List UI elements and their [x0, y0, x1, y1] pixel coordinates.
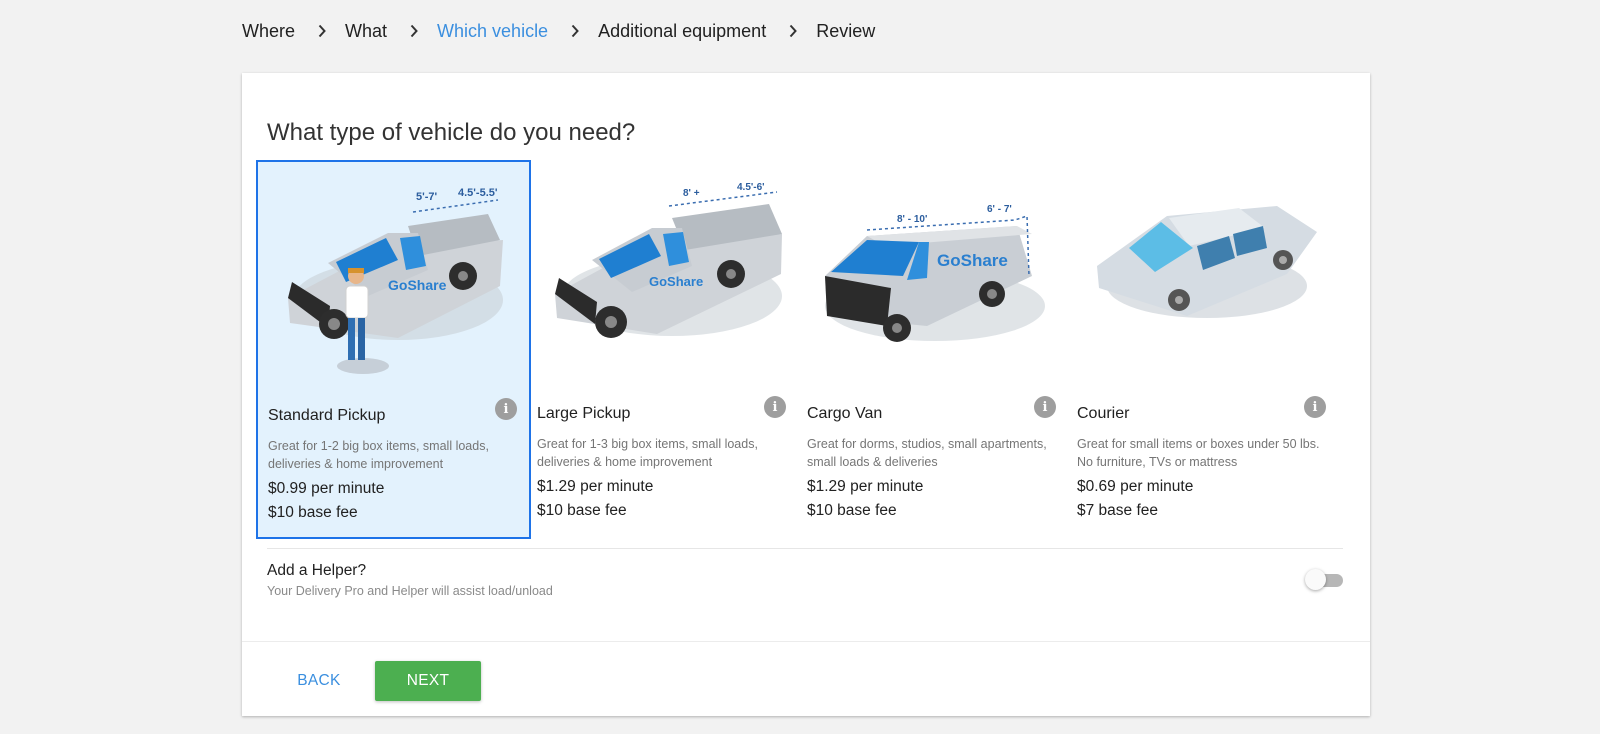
add-helper-toggle[interactable] [1305, 569, 1345, 591]
vehicle-base-fee: $10 base fee [807, 502, 897, 519]
pickup-truck-with-driver-illustration: 5'-7' 4.5'-5.5' GoShare [268, 178, 518, 388]
info-icon[interactable]: i [764, 396, 786, 418]
breadcrumb: Where What Which vehicle Additional equi… [242, 18, 875, 44]
cargo-van-illustration: 8' - 10' 6' - 7' GoShare [807, 176, 1057, 386]
vehicle-option-large-pickup[interactable]: 8' + 4.5'-6' GoShare Large Pickup i Grea… [527, 160, 802, 539]
breadcrumb-review[interactable]: Review [816, 21, 875, 42]
chevron-right-icon [571, 24, 579, 38]
vehicle-name: Cargo Van [807, 405, 883, 422]
info-icon[interactable]: i [495, 398, 517, 420]
info-icon[interactable]: i [1034, 396, 1056, 418]
chevron-right-icon [410, 24, 418, 38]
vehicle-price: $0.99 per minute [268, 480, 385, 497]
standard-pickup-width: 4.5'-5.5' [458, 187, 498, 199]
page-title: What type of vehicle do you need? [267, 119, 636, 146]
vehicle-base-fee: $7 base fee [1077, 502, 1159, 519]
divider [267, 548, 1343, 549]
goshare-logo: GoShare [649, 274, 703, 289]
vehicle-description: Great for small items or boxes under 50 … [1077, 437, 1320, 469]
breadcrumb-where[interactable]: Where [242, 21, 295, 42]
back-button[interactable]: BACK [284, 662, 354, 700]
vehicle-selection-card: What type of vehicle do you need? 5'-7' [242, 73, 1370, 716]
vehicle-description: Great for dorms, studios, small apartmen… [807, 437, 1047, 469]
goshare-logo: GoShare [388, 277, 447, 293]
large-pickup-truck-illustration: 8' + 4.5'-6' GoShare [537, 176, 787, 386]
standard-pickup-length: 5'-7' [416, 191, 438, 203]
vehicle-option-cargo-van[interactable]: 8' - 10' 6' - 7' GoShare Cargo Van i Gre… [797, 160, 1072, 539]
cargo-van-length: 8' - 10' [897, 214, 927, 225]
helper-subtitle: Your Delivery Pro and Helper will assist… [267, 584, 553, 598]
cargo-van-height: 6' - 7' [987, 204, 1012, 215]
breadcrumb-which-vehicle[interactable]: Which vehicle [437, 21, 548, 42]
helper-title: Add a Helper? [267, 562, 367, 579]
vehicle-name: Courier [1077, 405, 1130, 422]
breadcrumb-additional-equipment[interactable]: Additional equipment [598, 21, 766, 42]
vehicle-options: 5'-7' 4.5'-5.5' GoShare Standard Pickup … [256, 160, 1342, 539]
vehicle-price: $1.29 per minute [537, 478, 654, 495]
vehicle-price: $0.69 per minute [1077, 478, 1194, 495]
vehicle-base-fee: $10 base fee [537, 502, 627, 519]
info-icon[interactable]: i [1304, 396, 1326, 418]
breadcrumb-what[interactable]: What [345, 21, 387, 42]
vehicle-base-fee: $10 base fee [268, 504, 358, 521]
chevron-right-icon [789, 24, 798, 38]
footer-divider [242, 641, 1370, 642]
vehicle-option-courier[interactable]: Courier i Great for small items or boxes… [1067, 160, 1342, 539]
chevron-right-icon [318, 24, 326, 38]
vehicle-description: Great for 1-2 big box items, small loads… [268, 439, 489, 471]
large-pickup-length: 8' + [683, 188, 700, 199]
large-pickup-width: 4.5'-6' [737, 182, 765, 193]
vehicle-name: Large Pickup [537, 405, 631, 422]
sedan-car-illustration [1077, 176, 1327, 386]
vehicle-price: $1.29 per minute [807, 478, 924, 495]
vehicle-name: Standard Pickup [268, 407, 386, 424]
vehicle-option-standard-pickup[interactable]: 5'-7' 4.5'-5.5' GoShare Standard Pickup … [256, 160, 531, 539]
vehicle-description: Great for 1-3 big box items, small loads… [537, 437, 758, 469]
goshare-logo: GoShare [937, 251, 1008, 270]
next-button[interactable]: NEXT [375, 661, 481, 701]
toggle-thumb [1305, 569, 1326, 590]
